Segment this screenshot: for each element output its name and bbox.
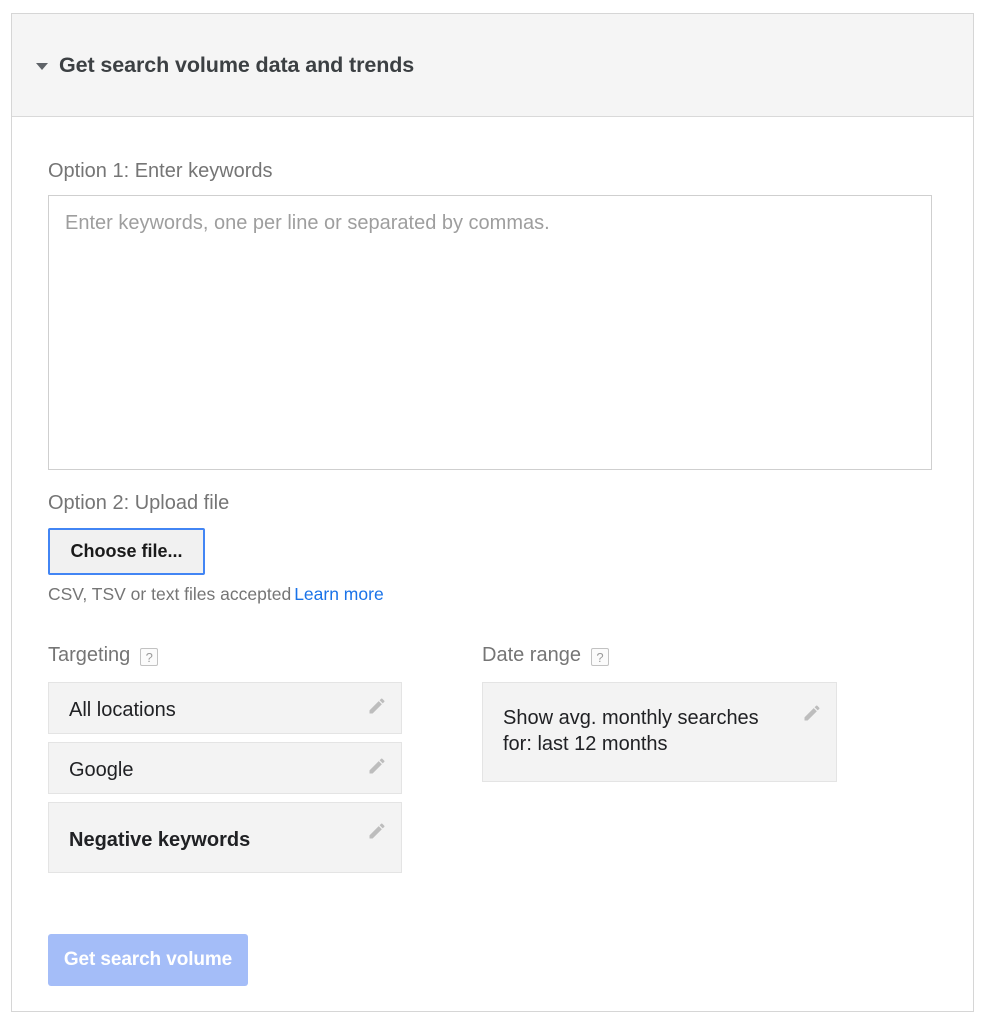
date-range-value-line1: Show avg. monthly searches <box>503 707 759 729</box>
pencil-icon[interactable] <box>367 821 387 841</box>
date-range-label: Date range <box>482 644 581 666</box>
pencil-icon[interactable] <box>367 756 387 776</box>
targeting-item-label: Negative keywords <box>69 829 251 851</box>
date-range-value: Show avg. monthly searches for: last 12 m… <box>503 705 782 758</box>
targeting-label: Targeting <box>48 644 131 666</box>
help-icon-targeting[interactable]: ? <box>140 648 159 666</box>
search-volume-card: Get search volume data and trends Option… <box>11 13 974 1012</box>
date-range-value-box[interactable]: Show avg. monthly searches for: last 12 m… <box>482 682 837 782</box>
option1-label: Option 1: Enter keywords <box>48 160 273 182</box>
targeting-item-all-locations[interactable]: All locations <box>48 682 402 734</box>
targeting-heading: Targeting ? <box>48 644 159 667</box>
pencil-icon[interactable] <box>367 696 387 716</box>
get-search-volume-button[interactable]: Get search volume <box>48 934 248 986</box>
page-title: Get search volume data and trends <box>59 52 415 77</box>
date-range-value-line2: for: last 12 months <box>503 733 668 756</box>
option2-label: Option 2: Upload file <box>48 492 230 514</box>
learn-more-link[interactable]: Learn more <box>294 584 384 604</box>
targeting-item-google[interactable]: Google <box>48 742 402 794</box>
chevron-down-icon[interactable] <box>36 63 48 70</box>
targeting-item-label: All locations <box>69 699 176 721</box>
file-format-hint-text: CSV, TSV or text files accepted <box>48 584 292 604</box>
card-header[interactable]: Get search volume data and trends <box>12 14 973 117</box>
targeting-item-negative-keywords[interactable]: Negative keywords <box>48 802 402 873</box>
file-format-hint: CSV, TSV or text files accepted Learn mor… <box>48 584 384 605</box>
keywords-input[interactable] <box>48 195 932 470</box>
targeting-item-label: Google <box>69 759 134 781</box>
pencil-icon[interactable] <box>802 703 822 723</box>
choose-file-button[interactable]: Choose file... <box>48 528 205 575</box>
date-range-heading: Date range ? <box>482 644 609 667</box>
help-icon-date-range[interactable]: ? <box>590 648 609 666</box>
